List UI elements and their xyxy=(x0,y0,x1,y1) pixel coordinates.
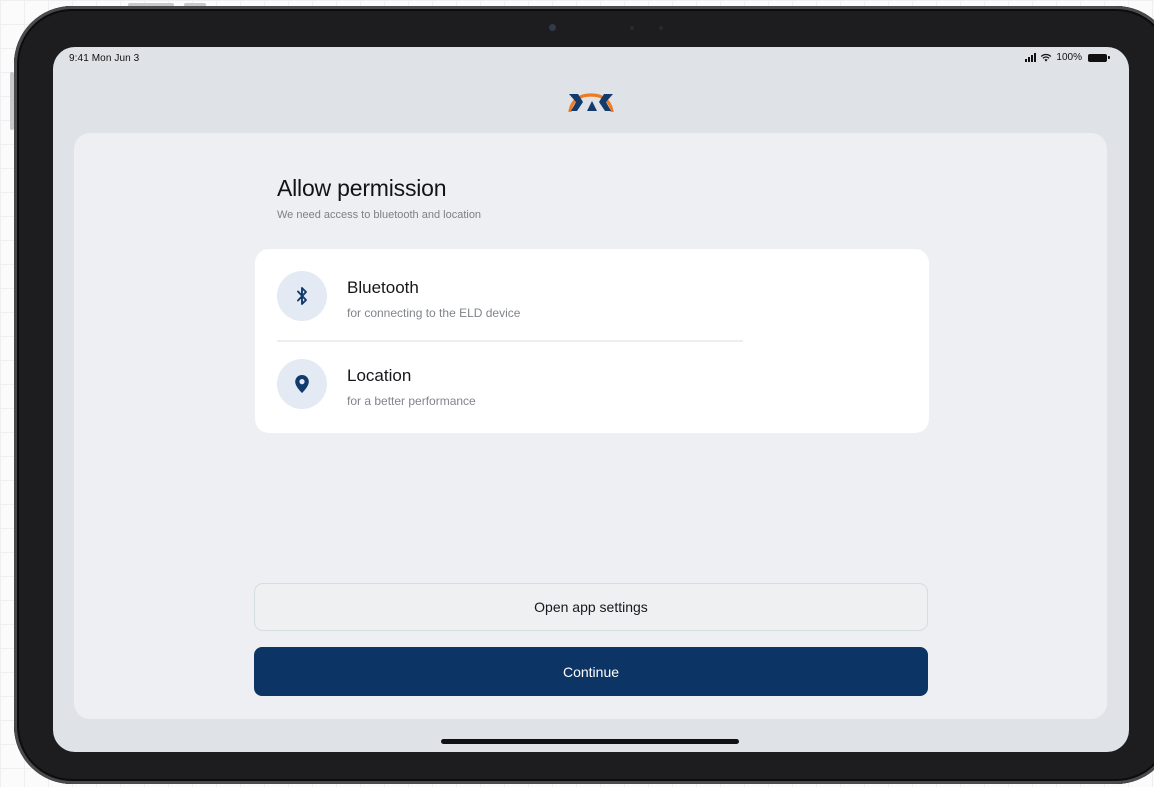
wifi-icon xyxy=(1041,53,1052,62)
sensor-dot xyxy=(630,26,634,30)
front-camera-icon xyxy=(549,24,556,31)
cellular-signal-icon xyxy=(1025,53,1037,62)
battery-icon xyxy=(1088,53,1110,62)
home-indicator[interactable] xyxy=(441,739,739,744)
permission-description: for connecting to the ELD device xyxy=(347,306,521,320)
status-bar: 9:41 Mon Jun 3 100% xyxy=(53,47,1129,71)
permission-card: Allow permission We need access to bluet… xyxy=(74,133,1107,719)
battery-percentage: 100% xyxy=(1056,52,1082,63)
status-indicators: 100% xyxy=(1025,52,1110,63)
permission-list: Bluetooth for connecting to the ELD devi… xyxy=(255,249,929,433)
permission-item-bluetooth[interactable]: Bluetooth for connecting to the ELD devi… xyxy=(255,249,929,337)
bluetooth-icon-circle xyxy=(277,271,327,321)
app-logo xyxy=(568,93,614,112)
bluetooth-icon xyxy=(297,287,307,305)
permission-title: Bluetooth xyxy=(347,278,419,297)
permission-title: Location xyxy=(347,366,412,385)
page-subtitle: We need access to bluetooth and location xyxy=(277,209,482,221)
location-icon-circle xyxy=(277,359,327,409)
status-time: 9:41 Mon Jun 3 xyxy=(69,53,140,64)
permission-description: for a better performance xyxy=(347,394,476,408)
page-title: Allow permission xyxy=(277,175,447,201)
device-screen: 9:41 Mon Jun 3 100% Allow permission We … xyxy=(53,47,1129,752)
location-pin-icon xyxy=(295,375,309,393)
sensor-dot xyxy=(659,26,663,30)
open-app-settings-button[interactable]: Open app settings xyxy=(254,583,928,631)
permission-item-location[interactable]: Location for a better performance xyxy=(255,337,929,425)
canvas-background: 9:41 Mon Jun 3 100% Allow permission We … xyxy=(0,0,1154,787)
continue-button[interactable]: Continue xyxy=(254,647,928,696)
